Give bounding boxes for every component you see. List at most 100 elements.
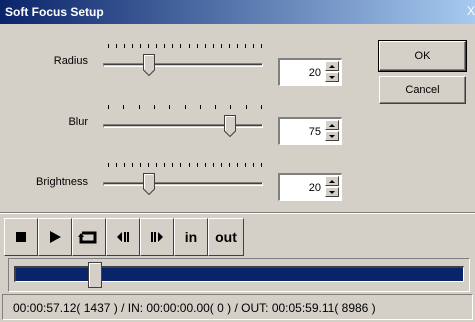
- slider-tick: [148, 44, 149, 48]
- slider-tick: [253, 44, 254, 48]
- arrow-down-icon: [329, 190, 335, 194]
- in-button[interactable]: in: [174, 218, 208, 256]
- slider-tick: [237, 44, 238, 48]
- slider-tick: [108, 105, 109, 109]
- slider-tick: [261, 44, 262, 48]
- slider-tick: [116, 163, 117, 167]
- brightness-value: 20: [308, 182, 321, 194]
- slider-tick: [229, 44, 230, 48]
- slider-tick: [213, 163, 214, 167]
- radius-up-button[interactable]: [325, 61, 339, 71]
- radius-ticks: [108, 44, 262, 50]
- next-frame-icon: [151, 232, 163, 242]
- brightness-ticks: [108, 163, 262, 169]
- prev-frame-button[interactable]: [106, 218, 140, 256]
- slider-tick: [229, 163, 230, 167]
- slider-tick: [116, 44, 117, 48]
- radius-down-button[interactable]: [325, 72, 339, 82]
- slider-tick: [156, 163, 157, 167]
- slider-tick: [180, 163, 181, 167]
- slider-tick: [246, 105, 247, 109]
- blur-up-button[interactable]: [325, 120, 339, 130]
- slider-tick: [237, 163, 238, 167]
- slider-tick: [213, 44, 214, 48]
- next-frame-button[interactable]: [140, 218, 174, 256]
- window-title: Soft Focus Setup: [5, 5, 104, 19]
- slider-tick: [156, 44, 157, 48]
- stop-button[interactable]: [4, 218, 38, 256]
- slider-tick: [221, 163, 222, 167]
- timeline-thumb[interactable]: [88, 262, 102, 288]
- status-text: 00:00:57.12( 1437 ) / IN: 00:00:00.00( 0…: [13, 301, 376, 315]
- slider-tick: [123, 105, 124, 109]
- brightness-spinbox[interactable]: 20: [278, 173, 342, 201]
- brightness-up-button[interactable]: [325, 176, 339, 186]
- play-button[interactable]: [38, 218, 72, 256]
- slider-tick: [215, 105, 216, 109]
- slider-tick: [185, 105, 186, 109]
- radius-slider-thumb[interactable]: [143, 54, 155, 76]
- blur-spinbox[interactable]: 75: [278, 117, 342, 145]
- slider-tick: [205, 163, 206, 167]
- blur-track: [103, 124, 263, 128]
- slider-tick: [197, 163, 198, 167]
- slider-tick: [140, 44, 141, 48]
- brightness-label: Brightness: [36, 176, 88, 188]
- ok-button[interactable]: OK: [378, 40, 467, 72]
- slider-tick: [154, 105, 155, 109]
- playback-toolbar: in out: [4, 218, 244, 256]
- blur-value: 75: [308, 126, 321, 138]
- cancel-button[interactable]: Cancel: [379, 76, 466, 104]
- slider-tick: [261, 105, 262, 109]
- slider-tick: [189, 163, 190, 167]
- separator: [0, 212, 475, 214]
- radius-track: [103, 63, 263, 67]
- slider-tick: [108, 163, 109, 167]
- out-button[interactable]: out: [208, 218, 244, 256]
- timeline-bar[interactable]: [14, 266, 464, 282]
- slider-tick: [221, 44, 222, 48]
- slider-tick: [164, 163, 165, 167]
- brightness-track: [103, 182, 263, 186]
- slider-tick: [261, 163, 262, 167]
- radius-spinbox[interactable]: 20: [278, 58, 342, 86]
- slider-tick: [230, 105, 231, 109]
- arrow-up-icon: [329, 179, 335, 183]
- play-icon: [50, 231, 61, 243]
- loop-button[interactable]: [72, 218, 106, 256]
- slider-tick: [245, 44, 246, 48]
- brightness-down-button[interactable]: [325, 187, 339, 197]
- close-button[interactable]: X: [467, 4, 475, 18]
- slider-tick: [205, 44, 206, 48]
- slider-tick: [197, 44, 198, 48]
- slider-tick: [253, 163, 254, 167]
- slider-tick: [124, 163, 125, 167]
- prev-frame-icon: [117, 232, 129, 242]
- blur-down-button[interactable]: [325, 131, 339, 141]
- slider-tick: [172, 44, 173, 48]
- slider-tick: [132, 44, 133, 48]
- slider-tick: [169, 105, 170, 109]
- slider-tick: [189, 44, 190, 48]
- brightness-slider-thumb[interactable]: [143, 173, 155, 195]
- loop-icon: [78, 231, 97, 244]
- slider-tick: [139, 105, 140, 109]
- arrow-down-icon: [329, 75, 335, 79]
- slider-tick: [132, 163, 133, 167]
- blur-slider-thumb[interactable]: [224, 115, 236, 137]
- title-bar: Soft Focus Setup X: [0, 0, 475, 24]
- slider-tick: [140, 163, 141, 167]
- blur-label: Blur: [68, 116, 88, 128]
- slider-tick: [124, 44, 125, 48]
- slider-tick: [108, 44, 109, 48]
- radius-value: 20: [308, 67, 321, 79]
- slider-tick: [180, 44, 181, 48]
- blur-ticks: [108, 105, 262, 111]
- arrow-up-icon: [329, 123, 335, 127]
- slider-tick: [164, 44, 165, 48]
- status-bar: 00:00:57.12( 1437 ) / IN: 00:00:00.00( 0…: [2, 294, 473, 320]
- slider-tick: [200, 105, 201, 109]
- radius-label: Radius: [53, 55, 88, 67]
- slider-tick: [172, 163, 173, 167]
- arrow-down-icon: [329, 134, 335, 138]
